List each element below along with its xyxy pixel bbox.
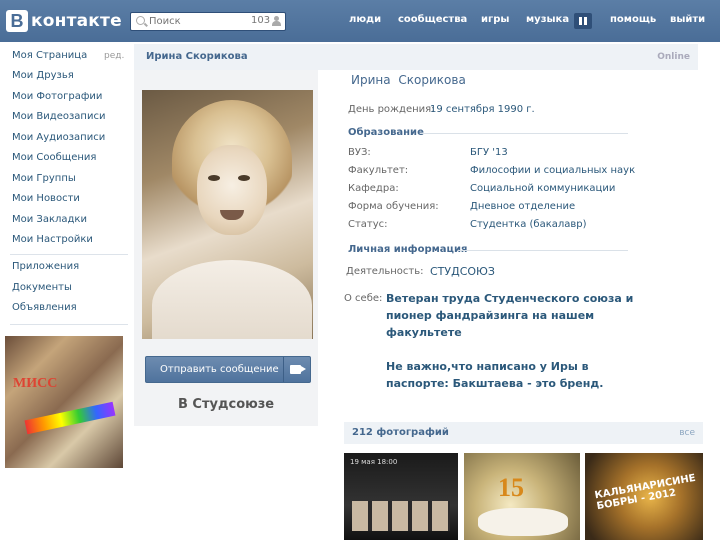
sidebar-item-groups[interactable]: Мои Группы	[12, 173, 76, 184]
about-label: О себе:	[344, 293, 383, 304]
thumbnail-caption: КАЛЬЯНАРИСИНЕ БОБРЫ - 2012	[593, 472, 697, 513]
send-message-label: Отправить сообщение	[160, 364, 279, 375]
education-value[interactable]: Дневное отделение	[470, 201, 575, 212]
sidebar-item-news[interactable]: Мои Новости	[12, 193, 80, 204]
education-heading: Образование	[348, 127, 424, 138]
photo-thumbnail[interactable]: 15	[464, 453, 580, 540]
thumbnail-cake	[478, 508, 568, 536]
profile-header-name: Ирина Скорикова	[146, 51, 248, 62]
about-paragraph: Не важно,что написано у Иры в паспорте: …	[386, 360, 604, 390]
search-box[interactable]: 103	[130, 12, 286, 31]
search-icon	[136, 16, 145, 25]
sidebar-item-docs[interactable]: Документы	[12, 282, 72, 293]
education-value[interactable]: Социальной коммуникации	[470, 183, 615, 194]
search-count: 103	[251, 15, 271, 26]
nav-logout[interactable]: выйти	[670, 14, 705, 30]
section-divider	[458, 250, 628, 251]
education-label: Факультет:	[348, 165, 409, 176]
profile-header-bar: Ирина Скорикова Online	[134, 44, 698, 70]
thumbnail-number: 15	[498, 473, 524, 502]
person-icon	[272, 16, 281, 26]
section-divider	[420, 133, 628, 134]
sidebar-item-apps[interactable]: Приложения	[12, 261, 79, 272]
avatar-eye	[238, 175, 250, 181]
nav-people[interactable]: люди	[349, 14, 381, 30]
thumbnail-caption: 19 мая 18:00	[350, 458, 398, 466]
sidebar-item-ads[interactable]: Объявления	[12, 302, 77, 313]
sidebar-divider	[10, 324, 128, 325]
education-label: ВУЗ:	[348, 147, 371, 158]
top-header: В контакте 103 люди сообщества игры музы…	[0, 0, 720, 42]
video-call-icon[interactable]	[290, 365, 301, 374]
nav-communities[interactable]: сообщества	[398, 14, 467, 30]
ad-banner-text: МИСС	[13, 376, 58, 391]
photos-title[interactable]: 212 фотографий	[352, 427, 449, 438]
avatar-body	[152, 260, 312, 339]
about-text: Ветеран труда Студенческого союза и пион…	[386, 290, 646, 409]
search-input[interactable]	[149, 14, 249, 29]
logo-letter: В	[6, 10, 28, 32]
nav-games[interactable]: игры	[481, 14, 509, 30]
activity-value: СТУДСОЮЗ	[430, 265, 495, 278]
profile-photo[interactable]	[142, 90, 313, 339]
sidebar-item-messages[interactable]: Мои Сообщения	[12, 152, 96, 163]
photo-thumbnail[interactable]: КАЛЬЯНАРИСИНЕ БОБРЫ - 2012	[585, 453, 703, 540]
sidebar-item-photos[interactable]: Мои Фотографии	[12, 91, 102, 102]
sidebar-divider	[10, 254, 128, 255]
pause-icon[interactable]	[574, 13, 592, 29]
about-paragraph: Ветеран труда Студенческого союза и пион…	[386, 292, 634, 339]
logo-text: контакте	[31, 11, 122, 31]
online-status: Online	[657, 52, 690, 62]
sidebar-item-my-page[interactable]: Моя Страница	[12, 50, 87, 61]
button-separator	[283, 357, 284, 382]
birthday-value[interactable]: 19 сентября 1990 г.	[430, 104, 535, 115]
sidebar-item-bookmarks[interactable]: Мои Закладки	[12, 214, 87, 225]
education-label: Статус:	[348, 219, 388, 230]
vk-logo[interactable]: В контакте	[6, 9, 122, 33]
personal-info-heading: Личная информация	[348, 244, 468, 255]
education-label: Кафедра:	[348, 183, 399, 194]
profile-name: Ирина Скорикова	[351, 73, 466, 87]
send-message-button[interactable]: Отправить сообщение	[145, 356, 311, 383]
sidebar-edit-link[interactable]: ред.	[104, 51, 124, 61]
sidebar-item-settings[interactable]: Мои Настройки	[12, 234, 93, 245]
photo-thumbnail[interactable]: 19 мая 18:00	[344, 453, 458, 540]
sidebar-item-audio[interactable]: Мои Аудиозаписи	[12, 132, 105, 143]
group-membership-label[interactable]: В Студсоюзе	[178, 397, 274, 412]
sidebar-item-friends[interactable]: Мои Друзья	[12, 70, 74, 81]
education-value[interactable]: Философии и социальных наук	[470, 165, 635, 176]
avatar-eye	[208, 175, 220, 181]
activity-label: Деятельность:	[346, 266, 424, 277]
sidebar-item-videos[interactable]: Мои Видеозаписи	[12, 111, 105, 122]
photos-header[interactable]: 212 фотографий все	[344, 422, 703, 444]
ad-banner[interactable]: МИСС	[5, 336, 123, 468]
education-label: Форма обучения:	[348, 201, 439, 212]
birthday-label: День рождения:	[348, 104, 435, 115]
education-value[interactable]: Студентка (бакалавр)	[470, 219, 587, 230]
thumbnail-faces	[352, 501, 450, 531]
photos-all-link[interactable]: все	[679, 428, 695, 438]
nav-music[interactable]: музыка	[526, 14, 569, 30]
avatar-face	[197, 145, 267, 235]
nav-help[interactable]: помощь	[610, 14, 656, 30]
education-value[interactable]: БГУ '13	[470, 147, 508, 158]
ad-banner-stripe	[24, 401, 116, 435]
